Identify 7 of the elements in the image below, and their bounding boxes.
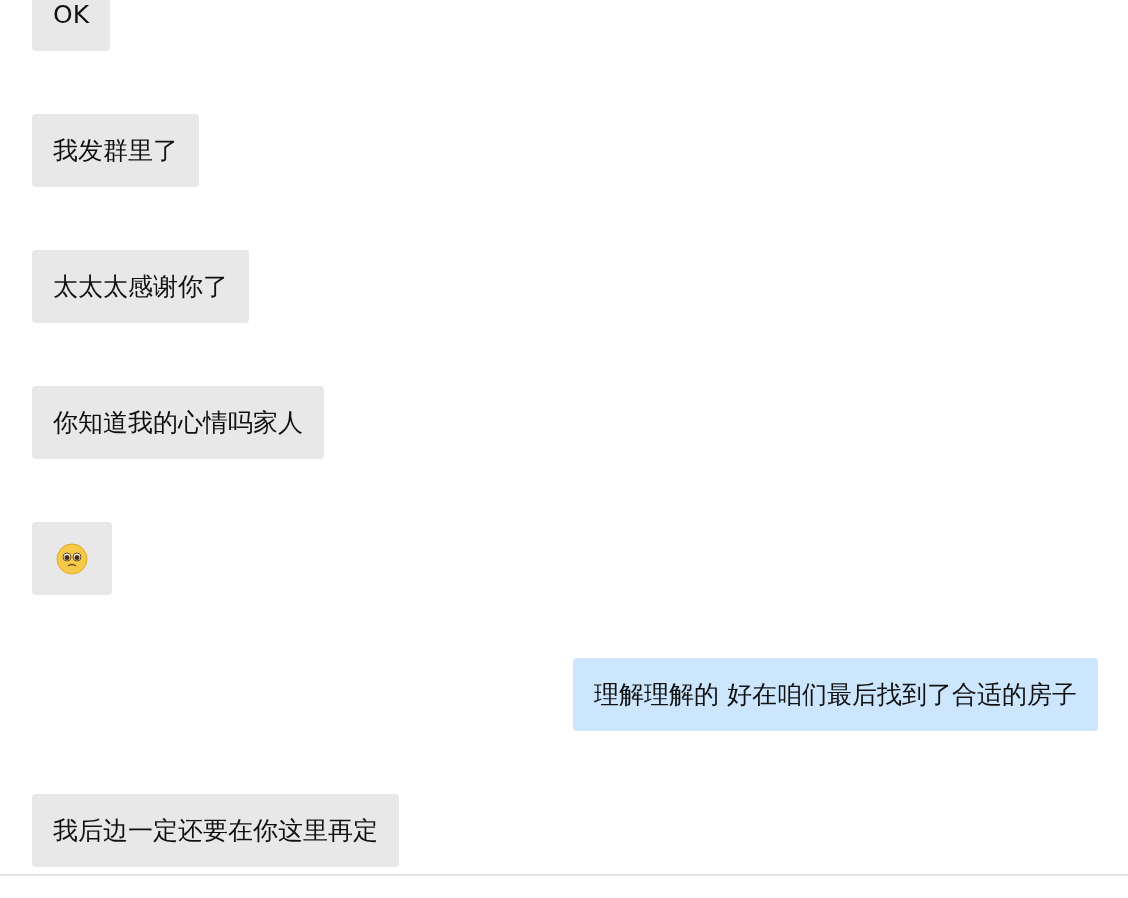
message-bubble: 理解理解的 好在咱们最后找到了合适的房子 bbox=[573, 658, 1098, 731]
message-bubble: 太太太感谢你了 bbox=[32, 250, 249, 323]
message-bubble: 我后边一定还要在你这里再定 bbox=[32, 794, 399, 867]
message-bubble: OK bbox=[32, 0, 111, 51]
emoji-icon bbox=[56, 542, 88, 575]
message-bubble: 你知道我的心情吗家人 bbox=[32, 386, 324, 459]
message-bubble: 我发群里了 bbox=[32, 114, 199, 187]
